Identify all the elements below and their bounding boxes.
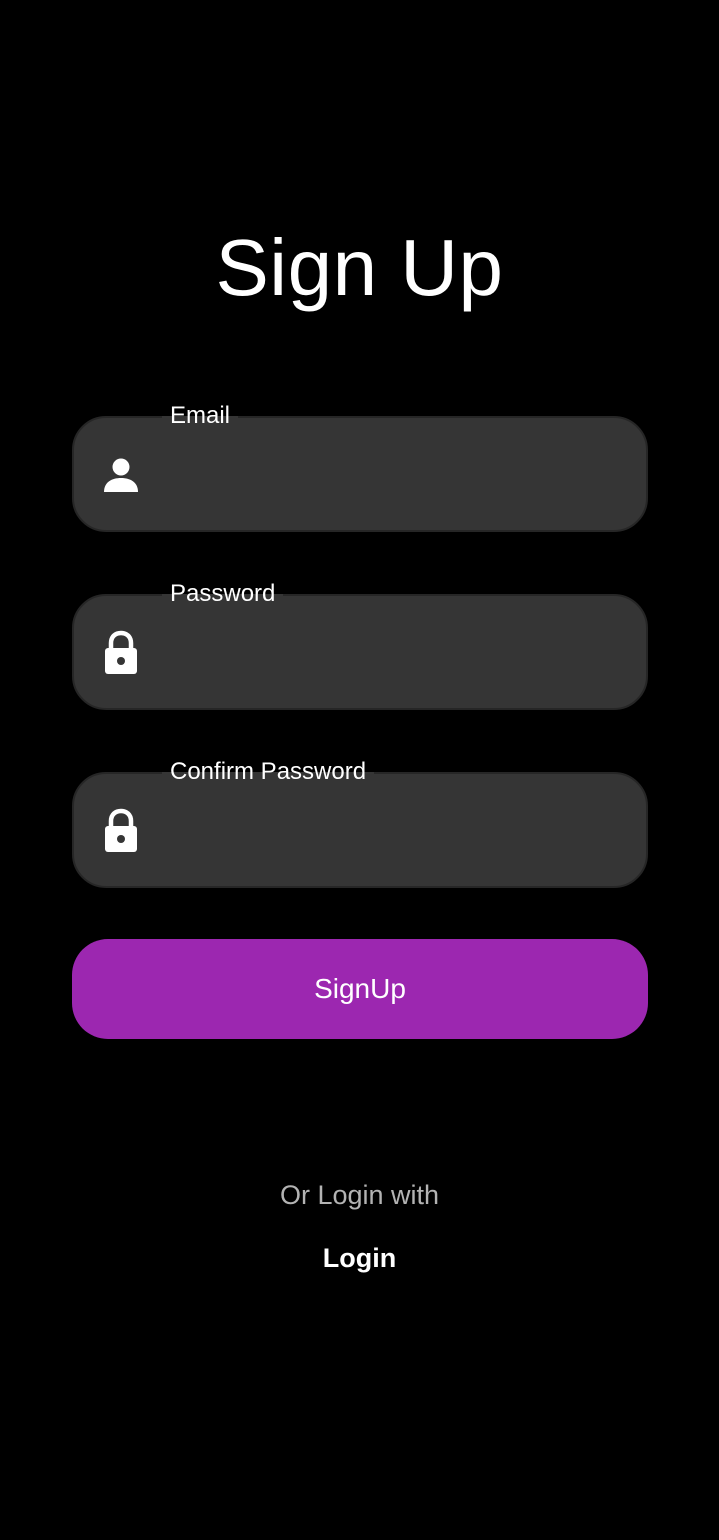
email-input[interactable] bbox=[170, 418, 620, 530]
password-input[interactable] bbox=[170, 596, 620, 708]
person-icon bbox=[102, 456, 140, 496]
signup-button[interactable]: SignUp bbox=[72, 939, 648, 1039]
lock-icon bbox=[102, 630, 140, 674]
page-title: Sign Up bbox=[215, 223, 504, 312]
lock-icon bbox=[102, 808, 140, 852]
login-link-row: Login bbox=[0, 1241, 719, 1275]
email-field[interactable]: Email bbox=[72, 401, 648, 532]
login-link[interactable]: Login bbox=[323, 1243, 396, 1273]
confirm-password-field[interactable]: Confirm Password bbox=[72, 757, 648, 888]
confirm-password-input[interactable] bbox=[170, 774, 620, 886]
or-login-with-text: Or Login with bbox=[279, 1180, 440, 1210]
password-field[interactable]: Password bbox=[72, 579, 648, 710]
